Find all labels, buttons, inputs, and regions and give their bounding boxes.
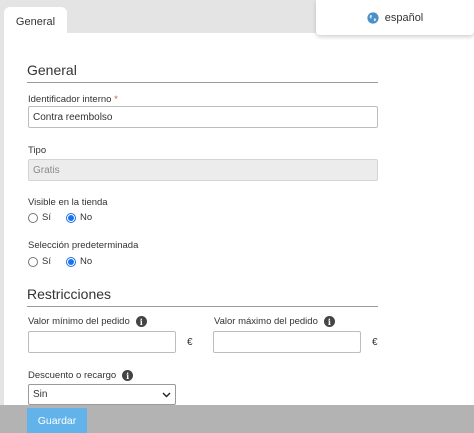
- visible-yes-label: Sí: [42, 212, 51, 223]
- type-input: Gratis: [28, 159, 378, 181]
- save-button[interactable]: Guardar: [27, 408, 87, 433]
- visible-yes-radio[interactable]: [28, 212, 38, 223]
- internal-id-value: Contra reembolso: [33, 111, 113, 123]
- min-order-currency: €: [187, 337, 193, 348]
- min-order-label: Valor mínimo del pedido i: [28, 316, 147, 327]
- language-label: español: [384, 11, 424, 24]
- info-icon[interactable]: i: [135, 316, 147, 327]
- required-mark: *: [114, 94, 118, 105]
- max-order-currency: €: [372, 337, 378, 348]
- section-title-general: General: [27, 62, 378, 83]
- default-no-radio[interactable]: [65, 256, 76, 267]
- visible-in-store-options: Sí No: [28, 212, 107, 223]
- max-order-label: Valor máximo del pedido i: [214, 316, 335, 327]
- max-order-input[interactable]: [213, 331, 361, 353]
- default-yes-radio[interactable]: [28, 256, 38, 267]
- type-value: Gratis: [33, 164, 60, 176]
- tab-general-label: General: [15, 16, 56, 28]
- section-title-restrictions: Restricciones: [27, 286, 378, 307]
- default-no-label: No: [79, 256, 93, 267]
- visible-no-label: No: [79, 212, 93, 223]
- chevron-down-icon: [162, 392, 171, 397]
- info-icon[interactable]: i: [323, 316, 335, 327]
- language-selector[interactable]: español: [316, 0, 474, 35]
- type-label: Tipo: [28, 145, 47, 156]
- min-order-input[interactable]: [28, 331, 176, 353]
- visible-no-radio[interactable]: [65, 212, 76, 223]
- info-icon[interactable]: i: [122, 370, 134, 381]
- internal-id-input[interactable]: Contra reembolso: [28, 106, 378, 128]
- default-selection-options: Sí No: [28, 256, 107, 267]
- internal-id-label: Identificador interno *: [28, 94, 118, 105]
- globe-icon: [367, 11, 379, 24]
- default-selection-label: Selección predeterminada: [28, 240, 139, 251]
- discount-select[interactable]: Sin: [28, 384, 176, 405]
- visible-in-store-label: Visible en la tienda: [28, 197, 108, 208]
- default-yes-label: Sí: [42, 256, 51, 267]
- discount-label: Descuento o recargo i: [28, 370, 134, 381]
- discount-selected-value: Sin: [33, 389, 48, 400]
